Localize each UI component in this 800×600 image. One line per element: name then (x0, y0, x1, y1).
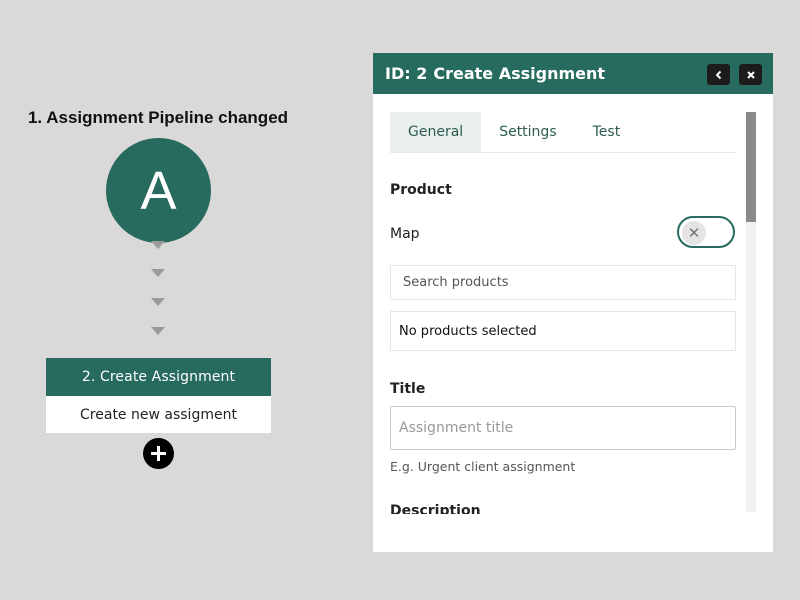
title-input[interactable] (390, 406, 736, 450)
flow-arrow-icon (151, 327, 165, 335)
trigger-title: 1. Assignment Pipeline changed (27, 108, 289, 127)
title-label: Title (390, 381, 426, 397)
panel-step-id: ID: 2 (385, 64, 428, 83)
flow-arrow-icon (151, 298, 165, 306)
title-hint: E.g. Urgent client assignment (390, 459, 576, 474)
close-icon (746, 70, 755, 79)
description-label: Description (390, 503, 481, 514)
chevron-left-icon (715, 70, 721, 79)
tab-settings[interactable]: Settings (481, 112, 574, 152)
step-settings-panel: ID: 2 Create Assignment General Settings… (373, 53, 773, 552)
map-label: Map (390, 226, 420, 242)
action-node[interactable]: 2. Create Assignment Create new assigmen… (46, 358, 271, 433)
plus-icon (151, 446, 166, 461)
add-step-button[interactable] (143, 438, 174, 469)
map-toggle[interactable]: ✕ (677, 216, 735, 248)
tab-general[interactable]: General (390, 112, 482, 152)
panel-header: ID: 2 Create Assignment (373, 53, 773, 94)
product-label: Product (390, 182, 452, 198)
panel-scrollbar[interactable] (746, 112, 756, 512)
panel-tabs: General Settings Test (390, 112, 736, 153)
product-search-input[interactable]: Search products (390, 265, 736, 300)
back-button[interactable] (707, 64, 730, 85)
action-node-description: Create new assigment (46, 396, 271, 433)
panel-body: General Settings Test Product Map ✕ Sear… (373, 94, 773, 514)
tab-test[interactable]: Test (575, 112, 639, 152)
flow-arrow-icon (151, 241, 165, 249)
selected-products-list: No products selected (390, 311, 736, 351)
trigger-node[interactable]: A (106, 138, 211, 243)
action-node-header[interactable]: 2. Create Assignment (46, 358, 271, 396)
panel-title: Create Assignment (433, 64, 606, 83)
trigger-letter: A (140, 160, 177, 221)
no-products-text: No products selected (399, 323, 537, 339)
close-button[interactable] (739, 64, 762, 85)
x-icon: ✕ (682, 221, 706, 245)
flow-arrow-icon (151, 269, 165, 277)
panel-scrollbar-thumb[interactable] (746, 112, 756, 222)
